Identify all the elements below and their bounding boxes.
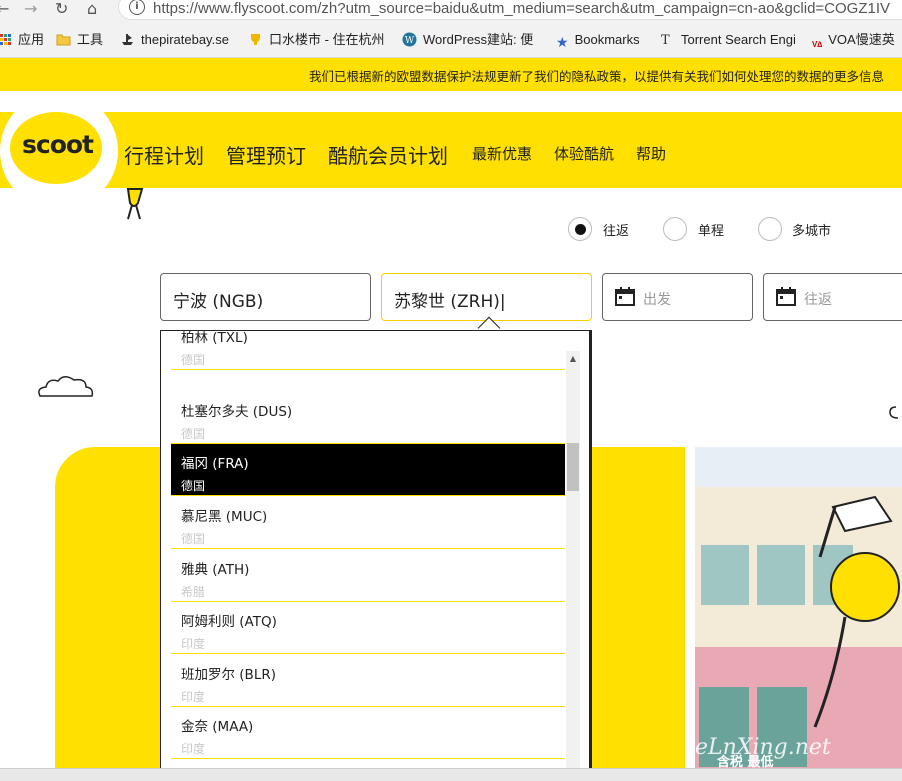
voa-icon: V∆: [812, 40, 823, 49]
dropdown-item-city: 班加罗尔 (BLR): [181, 667, 276, 683]
promo-photo[interactable]: eLnXing.net 含税 最低: [695, 447, 902, 781]
bookmarks-bar: 应用 工具 thepiratebay.se 口水楼市 - 住在杭州 W WordP…: [0, 22, 902, 58]
dropdown-item-country: 德国: [181, 353, 206, 367]
bookmark-apps[interactable]: 应用: [0, 31, 44, 49]
cloud-icon: [889, 406, 899, 419]
bookmark-housing[interactable]: 口水楼市 - 住在杭州: [248, 31, 385, 49]
privacy-banner-text[interactable]: 我们已根据新的欧盟数据保护法规更新了我们的隐私政策，以提供有关我们如何处理您的数…: [309, 66, 884, 85]
nav-deals[interactable]: 最新优惠: [472, 143, 532, 164]
folder-icon: [56, 32, 71, 47]
origin-value: 宁波 (NGB): [173, 292, 264, 312]
bookmark-label: thepiratebay.se: [141, 32, 229, 47]
bookmark-label: WordPress建站: 便: [423, 32, 534, 47]
bookmark-label: 应用: [18, 32, 45, 47]
svg-text:T: T: [661, 33, 670, 47]
url-text[interactable]: https://www.flyscoot.com/zh?utm_source=b…: [153, 0, 890, 17]
svg-text:W: W: [405, 36, 415, 46]
scroll-up-arrow-icon[interactable]: ▲: [566, 352, 580, 366]
dropdown-item-frankfurt[interactable]: 福冈 (FRA) 德国: [171, 444, 565, 496]
bookmark-torrent[interactable]: T Torrent Search Engi: [660, 31, 796, 49]
bookmark-label: Torrent Search Engi: [681, 32, 796, 47]
info-icon[interactable]: i: [129, 0, 145, 15]
depart-date-input[interactable]: 出发: [602, 273, 753, 321]
radio-one-way-label[interactable]: 单程: [698, 220, 724, 239]
dropdown-item-athens[interactable]: 雅典 (ATH) 希腊: [171, 550, 565, 602]
bookmark-label: 工具: [77, 32, 104, 47]
address-bar[interactable]: i https://www.flyscoot.com/zh?utm_source…: [118, 0, 902, 20]
dropdown-item-country: 印度: [181, 742, 206, 756]
radio-one-way[interactable]: [663, 217, 687, 241]
nav-experience[interactable]: 体验酷航: [554, 143, 614, 164]
radio-round-trip-label[interactable]: 往返: [603, 220, 629, 239]
depart-placeholder: 出发: [643, 292, 671, 308]
dropdown-item-country: 德国: [181, 532, 206, 546]
dropdown-scrollbar[interactable]: [566, 351, 580, 780]
reload-icon[interactable]: ↻: [55, 0, 68, 18]
mascot-illustration: [126, 188, 144, 220]
cloud-icon: [38, 376, 94, 397]
radio-round-trip[interactable]: [568, 217, 592, 241]
home-icon[interactable]: ⌂: [87, 0, 97, 18]
dropdown-item-city: 金奈 (MAA): [181, 719, 254, 735]
radio-multi-city[interactable]: [758, 217, 782, 241]
back-icon[interactable]: ←: [0, 0, 9, 18]
bookmark-label: VOA慢速英: [828, 32, 895, 47]
nav-manage-booking[interactable]: 管理预订: [226, 140, 306, 169]
dropdown-item-bangalore[interactable]: 班加罗尔 (BLR) 印度: [171, 655, 565, 707]
dropdown-item-city: 雅典 (ATH): [181, 562, 250, 578]
wordpress-icon: W: [402, 32, 417, 47]
bookmark-voa[interactable]: V∆ VOA慢速英: [812, 31, 895, 49]
dropdown-item-city: 慕尼黑 (MUC): [181, 509, 268, 525]
dropdown-item-country: 印度: [181, 690, 206, 704]
scoot-logo[interactable]: scoot: [22, 130, 94, 159]
nav-help[interactable]: 帮助: [636, 143, 666, 164]
dropdown-scrollbar-thumb[interactable]: [567, 443, 579, 491]
dropdown-item-city: 杜塞尔多夫 (DUS): [181, 404, 293, 420]
destination-input[interactable]: 苏黎世 (ZRH)|: [381, 273, 592, 321]
bookmark-tools[interactable]: 工具: [56, 31, 103, 49]
trophy-icon: [248, 32, 263, 47]
dropdown-item-city: 柏林 (TXL): [181, 330, 248, 346]
calendar-icon: [615, 287, 635, 306]
destination-value: 苏黎世 (ZRH)|: [394, 292, 506, 312]
apps-grid-icon: [0, 32, 12, 47]
shophouse-photo: [695, 447, 902, 781]
browser-toolbar: ← → ↻ ⌂ i https://www.flyscoot.com/zh?ut…: [0, 0, 902, 22]
return-date-input[interactable]: 往返: [763, 273, 902, 321]
dropdown-item-country: 希腊: [181, 585, 206, 599]
dropdown-item-city: 福冈 (FRA): [181, 456, 249, 472]
dropdown-item-country: 德国: [181, 427, 206, 441]
privacy-banner: 我们已根据新的欧盟数据保护法规更新了我们的隐私政策，以提供有关我们如何处理您的数…: [0, 58, 902, 91]
browser-status-bar: [0, 768, 902, 781]
dropdown-item-munich[interactable]: 慕尼黑 (MUC) 德国: [171, 497, 565, 549]
dropdown-item-berlin[interactable]: 柏林 (TXL) 德国: [171, 330, 565, 370]
star-icon: ★: [556, 34, 569, 50]
return-placeholder: 往返: [804, 292, 832, 308]
bookmark-label: Bookmarks: [574, 32, 640, 47]
dropdown-item-amritsar[interactable]: 阿姆利则 (ATQ) 印度: [171, 602, 565, 654]
destination-dropdown: 柏林 (TXL) 德国 杜塞尔多夫 (DUS) 德国 福冈 (FRA) 德国 慕…: [160, 330, 592, 781]
dropdown-item-city: 阿姆利则 (ATQ): [181, 614, 277, 630]
nav-plan-trip[interactable]: 行程计划: [124, 140, 204, 169]
dropdown-item-dusseldorf[interactable]: 杜塞尔多夫 (DUS) 德国: [171, 392, 565, 444]
dropdown-item-country: 印度: [181, 637, 206, 651]
bookmark-bookmarks[interactable]: ★ Bookmarks: [556, 31, 640, 50]
bookmark-label: 口水楼市 - 住在杭州: [269, 32, 385, 47]
origin-input[interactable]: 宁波 (NGB): [160, 273, 371, 321]
bookmark-piratebay[interactable]: thepiratebay.se: [120, 31, 229, 49]
radio-multi-city-label[interactable]: 多城市: [792, 220, 831, 239]
forward-icon[interactable]: →: [24, 0, 37, 18]
dropdown-item-country: 德国: [181, 479, 206, 493]
torrent-icon: T: [660, 32, 675, 48]
pirate-ship-icon: [120, 32, 135, 47]
calendar-icon: [776, 287, 796, 306]
bookmark-wordpress[interactable]: W WordPress建站: 便: [402, 31, 533, 49]
dropdown-item-chennai[interactable]: 金奈 (MAA) 印度: [171, 707, 565, 759]
nav-membership[interactable]: 酷航会员计划: [328, 140, 448, 169]
